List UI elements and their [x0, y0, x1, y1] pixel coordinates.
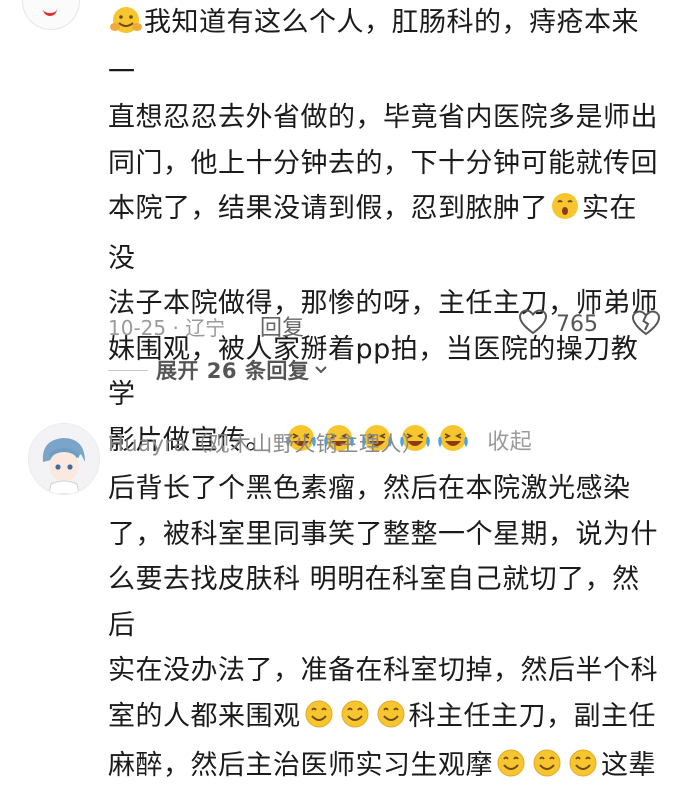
avatar[interactable] — [28, 423, 100, 495]
smiling-face-icon — [338, 698, 372, 744]
yawning-face-icon — [549, 190, 581, 236]
comment-line: 麻醉，然后主治医师实习生观摩 这辈 — [108, 743, 663, 793]
comment-body: 我知道有这么个人，肛肠科的，痔疮本来一 直想忍忍去外省做的，毕竟省内医院多是师出… — [108, 0, 663, 467]
avatar[interactable] — [22, 0, 80, 30]
comment-line: 我知道有这么个人，肛肠科的，痔疮本来一 — [108, 0, 663, 95]
smiling-face-icon — [302, 698, 336, 744]
divider — [108, 369, 148, 371]
laughing-crying-face-icon — [435, 422, 471, 468]
comment-line: 同门，他上十分钟去的，下十分钟可能就传回 — [108, 147, 658, 179]
comment-line: 实在没办法了，准备在科室切掉，然后半个科 — [108, 655, 658, 686]
broken-heart-icon[interactable] — [631, 309, 661, 342]
comment-line: 直想忍忍去外省做的，毕竟省内医院多是师出 — [108, 102, 658, 133]
comment-body: 后背长了个黑色素瘤，然后在本院激光感染 了，被科室里同事笑了整整一个星期，说为什… — [108, 466, 663, 793]
comment-username[interactable]: Huayra（观木山野火锅主理人） — [108, 428, 423, 458]
comment-line: 么要去找皮肤科 明明在科室自己就切了，然后 — [108, 564, 640, 641]
chevron-down-icon — [313, 361, 329, 380]
collapse-link[interactable]: 收起 — [487, 430, 532, 455]
smiling-face-icon — [494, 747, 528, 793]
expand-replies-label: 展开 26 条回复 — [156, 359, 310, 383]
like-count: 765 — [556, 311, 598, 337]
hugging-face-icon — [109, 4, 143, 50]
smiling-face-icon — [530, 747, 564, 793]
like-button[interactable]: 765 — [518, 306, 598, 342]
expand-replies-button[interactable]: 展开 26 条回复 — [108, 352, 329, 388]
comment-line: 了，被科室里同事笑了整整一个星期，说为什 — [108, 518, 658, 550]
reply-button[interactable]: 回复 — [260, 310, 304, 342]
comment-line: 本院了，结果没请到假，忍到脓肿了 实在没 — [108, 186, 663, 281]
comment-line: 后背长了个黑色素瘤，然后在本院激光感染 — [108, 473, 631, 504]
comment-line: 室的人都来围观 科主任主刀，副主任 — [108, 694, 663, 744]
comment-date-location: 10-25 · 辽宁 — [108, 316, 226, 340]
smiling-face-icon — [374, 698, 408, 744]
smiling-face-icon — [566, 747, 600, 793]
heart-icon — [518, 308, 548, 341]
comment-meta: 10-25 · 辽宁 回复 765 — [108, 306, 668, 342]
